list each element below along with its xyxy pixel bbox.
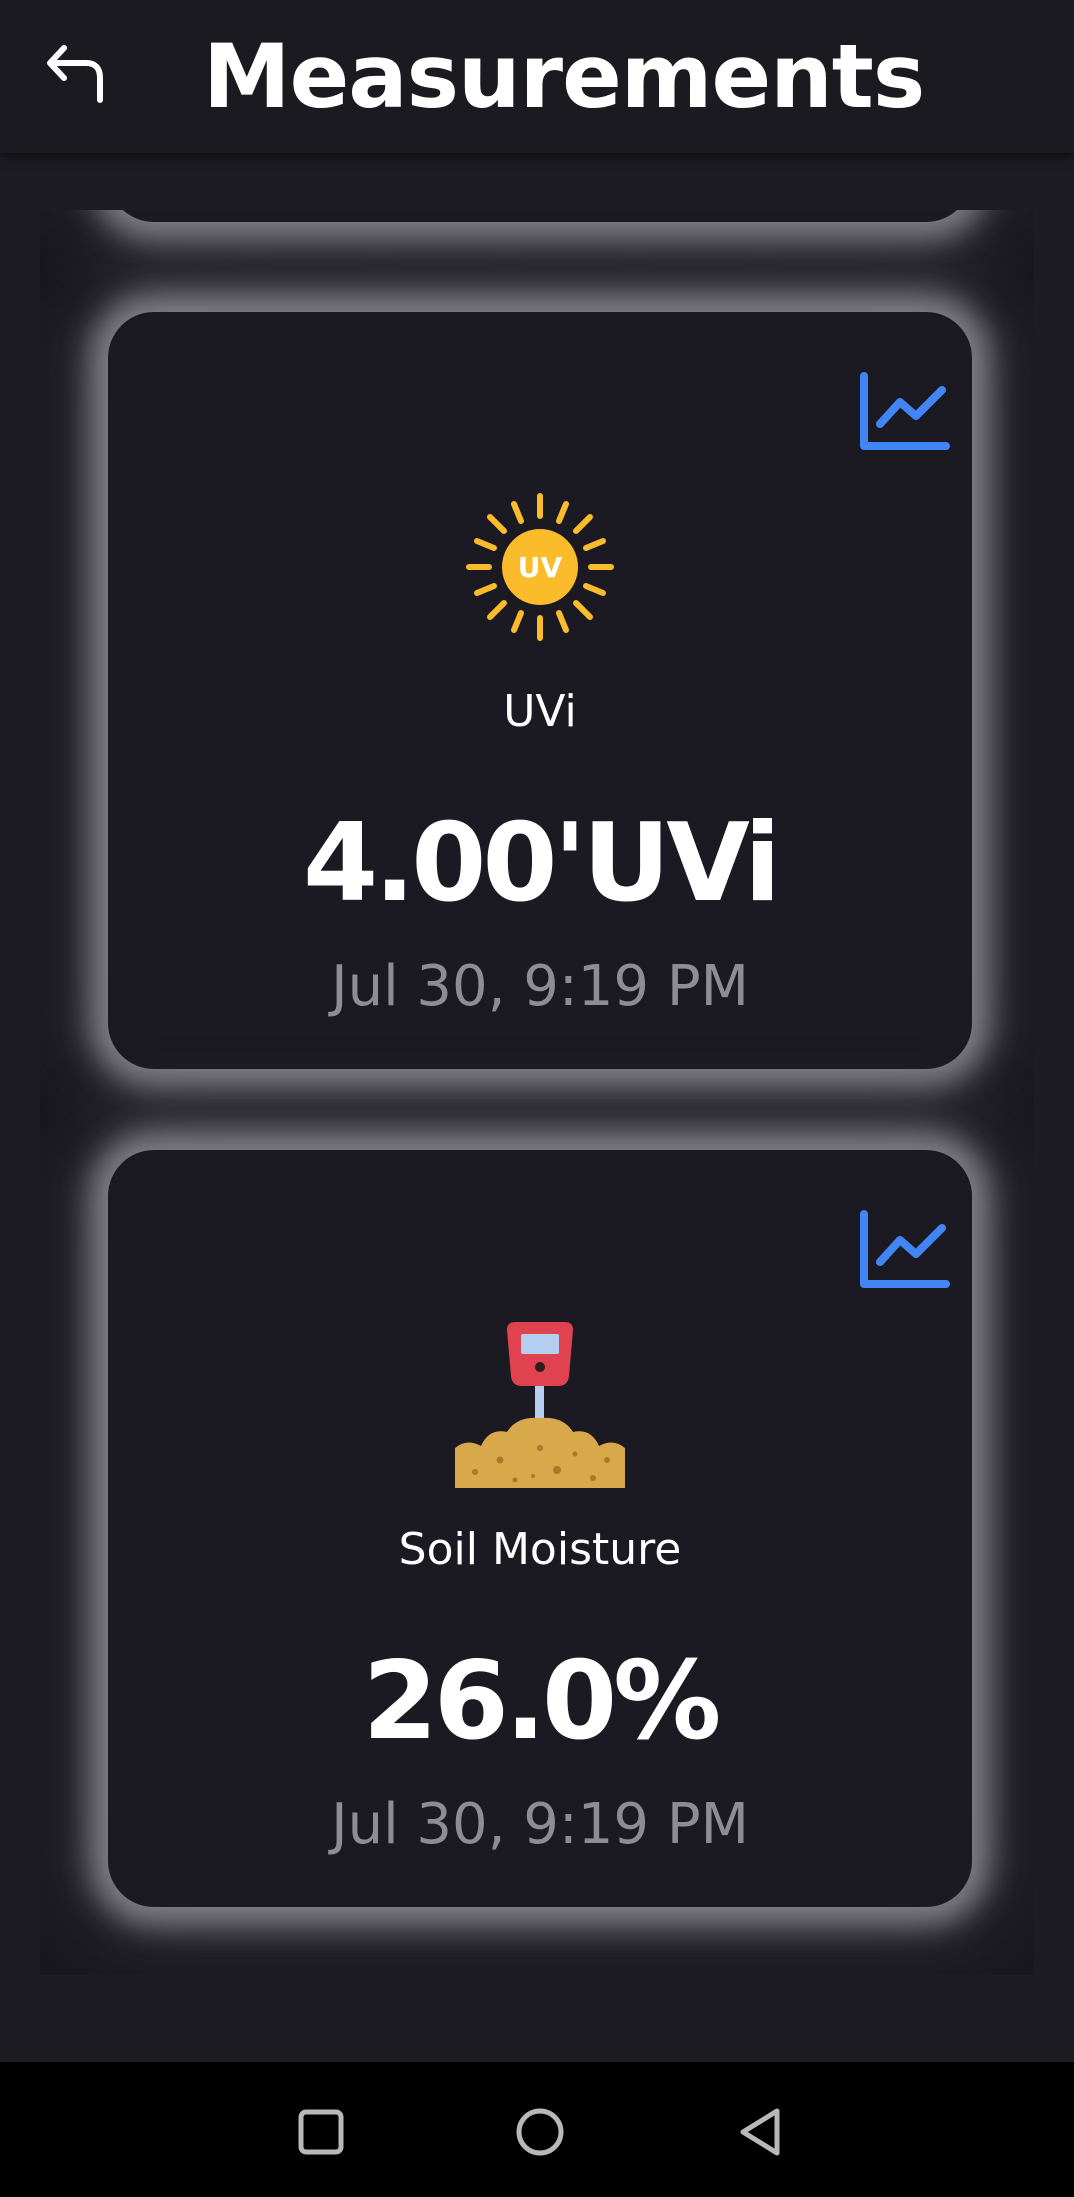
back-arrow-icon [47,45,103,103]
soil-moisture-meter-icon [455,1322,625,1488]
uv-measurement-card[interactable]: UV UVi 4.00'UVi Jul 30, 9:19 PM [108,312,972,1069]
soil-moisture-label: Soil Moisture [398,1524,682,1575]
soil-moisture-chart-button[interactable] [858,1210,950,1290]
uv-label: UVi [503,686,577,737]
soil-moisture-measurement-card[interactable]: Soil Moisture 26.0% Jul 30, 9:19 PM [108,1150,972,1907]
uv-value: 4.00'UVi [303,801,781,926]
measurement-card-partial[interactable] [108,210,972,222]
uv-sun-icon: UV [466,493,614,641]
line-chart-icon [860,372,950,450]
triangle-back-icon [740,2108,780,2156]
line-chart-icon [860,1210,950,1288]
app-bar: Measurements [0,0,1074,153]
soil-moisture-value: 26.0% [362,1639,722,1764]
page-title: Measurements [203,25,925,128]
system-navigation-bar [0,2062,1074,2197]
uv-icon-text: UV [518,551,563,584]
back-button[interactable] [30,28,120,118]
circle-icon [516,2108,564,2156]
square-icon [298,2109,344,2155]
soil-moisture-timestamp: Jul 30, 9:19 PM [331,1792,749,1857]
recents-button[interactable] [281,2092,361,2172]
system-back-button[interactable] [720,2092,800,2172]
uv-chart-button[interactable] [858,372,950,452]
measurements-list[interactable]: UV UVi 4.00'UVi Jul 30, 9:19 PM Soil Moi… [40,210,1034,1975]
uv-timestamp: Jul 30, 9:19 PM [331,954,749,1019]
home-button[interactable] [500,2092,580,2172]
